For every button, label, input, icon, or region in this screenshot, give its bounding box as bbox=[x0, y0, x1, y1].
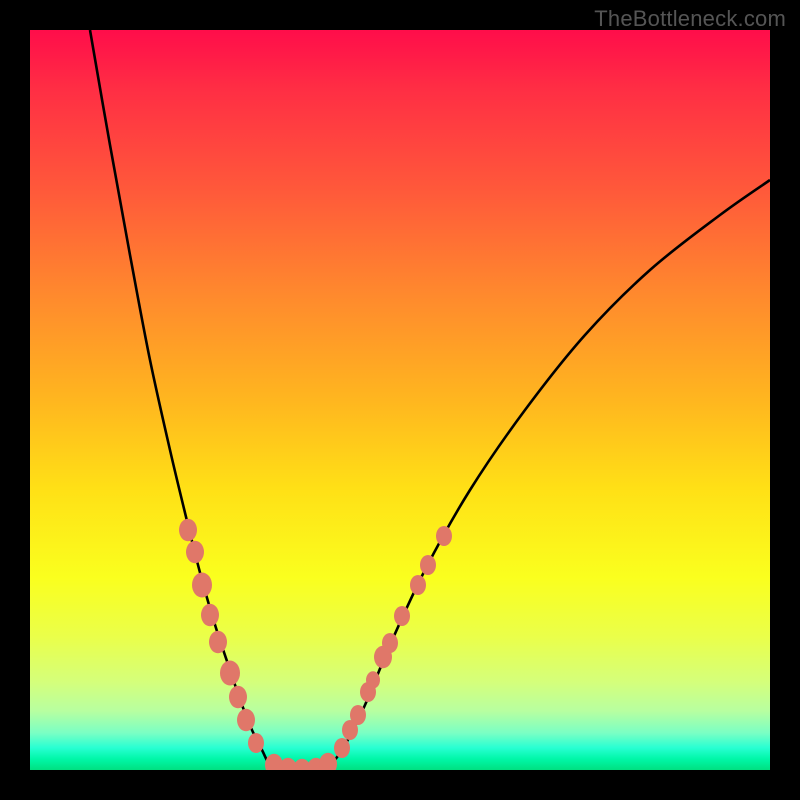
data-marker bbox=[420, 555, 436, 575]
data-marker bbox=[334, 738, 350, 758]
data-marker bbox=[319, 753, 337, 770]
data-marker bbox=[229, 686, 247, 709]
data-marker bbox=[350, 705, 366, 725]
data-marker bbox=[248, 733, 264, 753]
data-marker bbox=[382, 633, 398, 653]
data-markers bbox=[179, 519, 452, 770]
data-marker bbox=[209, 631, 227, 654]
data-marker bbox=[410, 575, 426, 595]
data-marker bbox=[436, 526, 452, 546]
data-marker bbox=[201, 604, 219, 627]
data-marker bbox=[237, 709, 255, 732]
data-marker bbox=[179, 519, 197, 542]
chart-frame: TheBottleneck.com bbox=[0, 0, 800, 800]
bottleneck-curve bbox=[90, 30, 770, 770]
watermark-text: TheBottleneck.com bbox=[594, 6, 786, 32]
data-marker bbox=[366, 671, 380, 689]
curve-layer bbox=[30, 30, 770, 770]
data-marker bbox=[192, 573, 212, 598]
data-marker bbox=[220, 661, 240, 686]
data-marker bbox=[394, 606, 410, 626]
data-marker bbox=[186, 541, 204, 564]
plot-area bbox=[30, 30, 770, 770]
